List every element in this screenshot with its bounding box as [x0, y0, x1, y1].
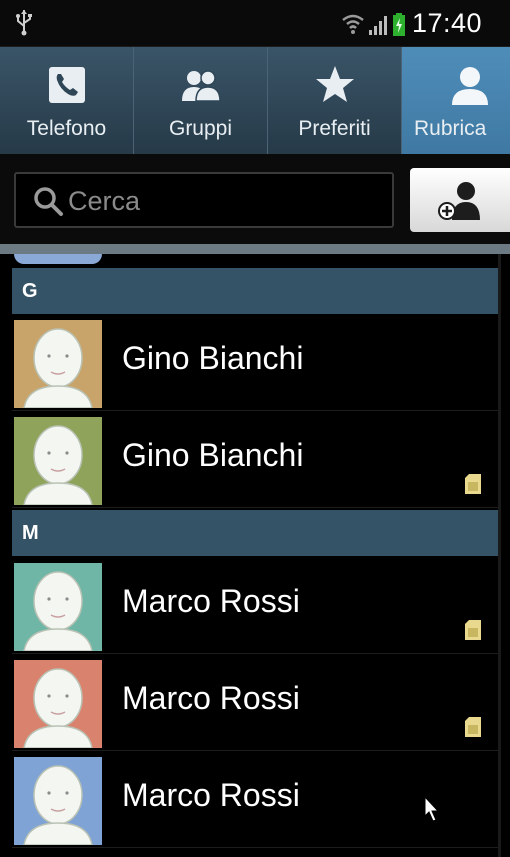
add-contact-button[interactable] — [410, 168, 510, 232]
tab-label: Preferiti — [298, 117, 371, 140]
tab-label: Gruppi — [168, 117, 233, 140]
tab-telefono[interactable]: Telefono — [0, 47, 134, 154]
usb-icon — [16, 10, 32, 36]
group-icon — [181, 70, 221, 102]
contact-name: Gino Bianchi — [122, 437, 304, 473]
contact-row[interactable]: Gino Bianchi — [12, 314, 498, 411]
tab-gruppi[interactable]: Gruppi — [134, 47, 268, 154]
contact-list[interactable]: G Gino Bianchi Gino Bianchi M Marco Ross… — [12, 254, 501, 857]
search-icon — [34, 187, 63, 216]
status-clock: 17:40 — [412, 8, 483, 38]
battery-icon — [393, 13, 405, 36]
section-header-m: M — [12, 510, 498, 556]
contact-name: Gino Bianchi — [122, 340, 304, 376]
person-icon — [452, 67, 488, 105]
contact-name: Marco Rossi — [122, 777, 300, 813]
tab-label: Rubrica — [414, 117, 487, 140]
search-input[interactable] — [68, 182, 368, 220]
star-icon — [315, 66, 354, 102]
status-bar: 17:40 — [0, 0, 510, 47]
avatar — [14, 563, 102, 651]
search-box[interactable] — [14, 172, 394, 228]
section-header-g: G — [12, 268, 498, 314]
sim-card-icon — [465, 620, 481, 640]
wifi-icon — [342, 14, 364, 34]
tab-preferiti[interactable]: Preferiti — [268, 47, 402, 154]
contact-name: Marco Rossi — [122, 583, 300, 619]
sim-card-icon — [465, 717, 481, 737]
tab-label: Telefono — [26, 117, 107, 140]
contact-row[interactable]: Gino Bianchi — [12, 411, 498, 508]
tab-bar: Telefono Gruppi Preferiti Rubrica — [0, 47, 510, 154]
add-contact-icon — [438, 182, 480, 220]
avatar — [14, 660, 102, 748]
section-letter: M — [22, 522, 39, 544]
avatar — [14, 417, 102, 505]
avatar — [14, 320, 102, 408]
contact-row[interactable]: Marco Rossi — [12, 654, 498, 751]
contact-row[interactable]: Marco Rossi — [12, 557, 498, 654]
contact-name: Marco Rossi — [122, 680, 300, 716]
section-letter: G — [22, 280, 38, 302]
search-area — [0, 154, 510, 250]
tab-rubrica[interactable]: Rubrica — [402, 47, 510, 154]
sim-card-icon — [465, 474, 481, 494]
phone-icon — [48, 67, 85, 103]
avatar — [14, 254, 102, 264]
mouse-cursor-icon — [424, 796, 440, 822]
avatar — [14, 757, 102, 845]
separator-bar — [0, 244, 510, 254]
signal-icon — [369, 16, 387, 35]
